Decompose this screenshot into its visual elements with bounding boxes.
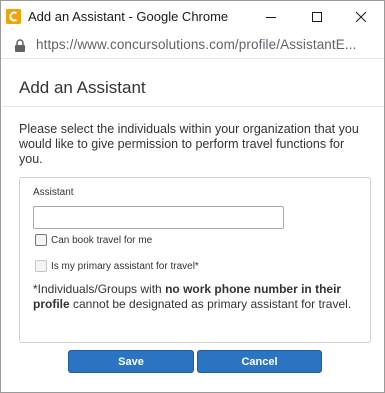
header-divider bbox=[2, 106, 384, 107]
minimize-icon bbox=[266, 16, 276, 18]
primary-assistant-label: Is my primary assistant for travel* bbox=[51, 260, 199, 272]
assistant-input[interactable] bbox=[33, 206, 284, 229]
can-book-travel-label: Can book travel for me bbox=[51, 234, 153, 246]
close-icon bbox=[356, 11, 366, 22]
cancel-button[interactable]: Cancel bbox=[197, 350, 322, 373]
assistant-panel: Assistant Can book travel for me Is my p… bbox=[19, 177, 371, 343]
close-button[interactable] bbox=[338, 1, 384, 32]
primary-assistant-checkbox bbox=[35, 260, 47, 272]
window-title: Add an Assistant - Google Chrome bbox=[28, 9, 229, 24]
concur-app-icon bbox=[6, 9, 21, 24]
save-button[interactable]: Save bbox=[68, 350, 194, 373]
primary-assistant-option: Is my primary assistant for travel* bbox=[35, 260, 199, 272]
url-text[interactable]: https://www.concursolutions.com/profile/… bbox=[36, 37, 381, 52]
note-prefix: *Individuals/Groups with bbox=[33, 282, 166, 296]
address-bar: https://www.concursolutions.com/profile/… bbox=[1, 32, 384, 59]
dialog-content: Add an Assistant Please select the indiv… bbox=[1, 59, 384, 392]
can-book-travel-option[interactable]: Can book travel for me bbox=[35, 234, 152, 246]
browser-window: Add an Assistant - Google Chrome https:/… bbox=[0, 0, 385, 393]
instructions-text: Please select the individuals within you… bbox=[19, 122, 359, 166]
lock-icon bbox=[15, 39, 25, 52]
dialog-title: Add an Assistant bbox=[19, 78, 146, 97]
note-suffix: cannot be designated as primary assistan… bbox=[69, 297, 352, 311]
minimize-button[interactable] bbox=[248, 1, 294, 32]
title-bar: Add an Assistant - Google Chrome bbox=[1, 1, 384, 32]
maximize-icon bbox=[312, 11, 322, 22]
can-book-travel-checkbox[interactable] bbox=[35, 234, 47, 246]
assistant-label: Assistant bbox=[33, 187, 74, 198]
primary-assistant-note: *Individuals/Groups with no work phone n… bbox=[33, 282, 363, 312]
maximize-button[interactable] bbox=[294, 1, 340, 32]
